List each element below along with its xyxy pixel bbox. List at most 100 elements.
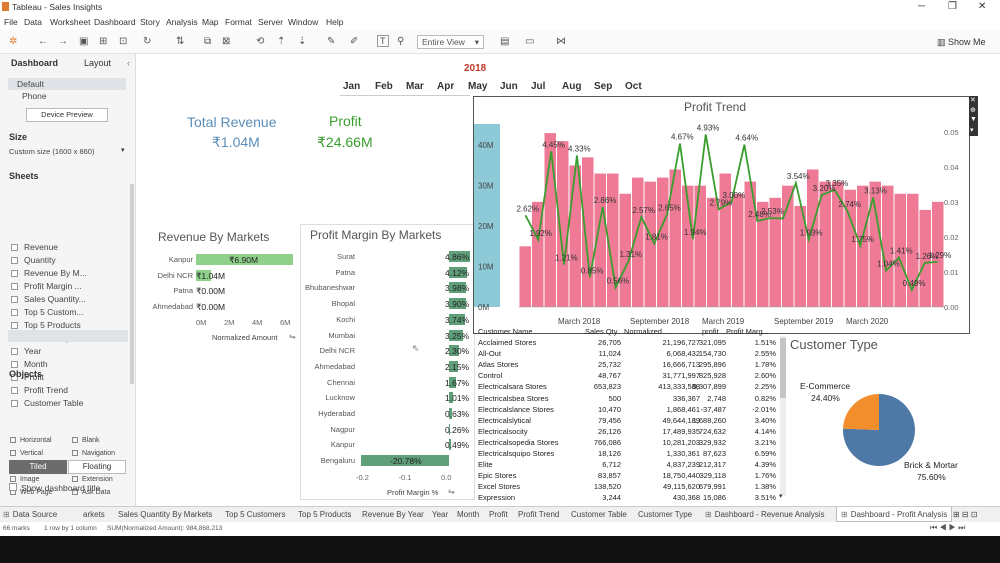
sheet-list-scrollbar[interactable]	[130, 184, 134, 384]
month-item[interactable]: Aug	[562, 81, 581, 92]
table-row[interactable]: Electricalslytical 79,456 49,644,189 1,688,…	[478, 416, 778, 427]
sheet-tab[interactable]: arkets	[83, 510, 105, 519]
device-phone[interactable]: Phone	[22, 91, 47, 101]
minimize-icon[interactable]: ─	[918, 1, 925, 12]
revenue-bar[interactable]	[694, 185, 707, 307]
object-item[interactable]: Image	[10, 476, 39, 483]
save-icon[interactable]: ▣	[79, 36, 88, 47]
table-row[interactable]: All-Out 11,024 6,068,432 154,730 2.55%	[478, 349, 778, 360]
table-row[interactable]: Electricalsquipo Stores 18,126 1,330,361 87…	[478, 449, 778, 460]
sort-desc-icon[interactable]: ⇣	[298, 36, 306, 47]
sort-asc-icon[interactable]: ⇡	[277, 36, 285, 47]
month-item[interactable]: May	[468, 81, 487, 92]
new-datasource-icon[interactable]: ⊞	[99, 36, 107, 47]
menu-format[interactable]: Format	[225, 17, 252, 27]
show-title-checkbox[interactable]	[9, 483, 17, 491]
table-scroll-thumb[interactable]	[780, 338, 786, 398]
undo-icon[interactable]: ←	[38, 36, 48, 47]
object-item[interactable]: Navigation	[72, 450, 115, 457]
sheet-item[interactable]: Customer Table	[24, 398, 83, 408]
swap-icon[interactable]: ⇅	[176, 36, 184, 47]
sheet-tab[interactable]: Top 5 Customers	[225, 510, 285, 519]
tab-dashboard[interactable]: Dashboard	[11, 58, 58, 68]
sheet-tab[interactable]: Customer Type	[638, 510, 692, 519]
revenue-bar[interactable]	[657, 177, 669, 307]
text-label-icon[interactable]: T	[377, 35, 389, 47]
chart-filter-icon[interactable]: ▼	[970, 116, 977, 123]
month-item[interactable]: Oct	[625, 81, 642, 92]
menu-file[interactable]: File	[4, 17, 18, 27]
menu-dashboard[interactable]: Dashboard	[94, 17, 136, 27]
sheet-tab[interactable]: Revenue By Year	[362, 510, 424, 519]
device-default[interactable]: Default	[17, 79, 44, 89]
sheet-tab[interactable]: Profit Trend	[518, 510, 559, 519]
col-profit-margin[interactable]: Profit Marg...	[726, 327, 769, 336]
sheet-tab[interactable]: Sales Quantity By Markets	[118, 510, 212, 519]
month-item[interactable]: Apr	[437, 81, 454, 92]
table-scrollbar[interactable]	[780, 336, 786, 496]
sheet-item[interactable]: Profit Trend	[24, 385, 68, 395]
pm-axis-sort-icon[interactable]: ⇋	[448, 487, 455, 496]
revenue-bar[interactable]	[582, 157, 594, 307]
col-customer-name[interactable]: Customer Name	[478, 327, 533, 336]
highlight-icon[interactable]: ⟲	[256, 36, 264, 47]
revenue-bar[interactable]	[819, 181, 832, 307]
refresh-icon[interactable]: ↻	[143, 36, 151, 47]
new-sheet-tab-icon[interactable]: ⊞ ⊟ ⊡	[953, 510, 978, 519]
object-item[interactable]: Extension	[72, 476, 113, 483]
month-item[interactable]: Jun	[500, 81, 518, 92]
device-preview-button[interactable]: Device Preview	[26, 108, 108, 122]
object-item[interactable]: Horizontal	[10, 437, 52, 444]
menu-analysis[interactable]: Analysis	[166, 17, 198, 27]
menu-data[interactable]: Data	[24, 17, 42, 27]
table-row[interactable]: Electricalsocity 26,126 17,489,935 724,632 4…	[478, 427, 778, 438]
group-icon[interactable]: ⧉	[204, 36, 211, 47]
revenue-bar[interactable]	[869, 181, 882, 307]
chart-close-icon[interactable]: ✕	[970, 96, 976, 104]
month-item[interactable]: Sep	[594, 81, 612, 92]
sheet-item[interactable]: Revenue By M...	[24, 268, 87, 278]
sheet-item[interactable]: Sales Quantity...	[24, 294, 86, 304]
table-row[interactable]: Control 48,767 31,771,997 825,928 2.60%	[478, 371, 778, 382]
menu-worksheet[interactable]: Worksheet	[50, 17, 90, 27]
clear-icon[interactable]: ⊠	[222, 36, 230, 47]
col-normalized[interactable]: Normalized ...	[624, 327, 670, 336]
menu-help[interactable]: Help	[326, 17, 343, 27]
size-select[interactable]: Custom size (1600 x 860)	[9, 147, 94, 156]
tableau-home-icon[interactable]: ✲	[9, 36, 17, 47]
sheet-item[interactable]: Year	[24, 346, 41, 356]
share-icon[interactable]: ⋈	[556, 36, 566, 47]
axis-sort-icon[interactable]: ⇋	[289, 332, 296, 341]
col-profit[interactable]: profit	[702, 327, 719, 336]
menu-story[interactable]: Story	[140, 17, 160, 27]
sheet-item[interactable]: Top 5 Custom...	[24, 307, 84, 317]
scroll-down-icon[interactable]: ▾	[779, 492, 783, 500]
menu-window[interactable]: Window	[288, 17, 318, 27]
size-dropdown-icon[interactable]: ▾	[121, 146, 125, 154]
new-sheet-icon[interactable]: ⊡	[119, 36, 127, 47]
show-me-button[interactable]: ▥ Show Me	[937, 37, 986, 48]
sheet-tab[interactable]: Month	[457, 510, 479, 519]
sheet-tab[interactable]: ⊞ Dashboard - Profit Analysis	[836, 507, 953, 522]
sheet-tab[interactable]: Year	[432, 510, 448, 519]
redo-icon[interactable]: →	[58, 36, 68, 47]
fit-select[interactable]: Entire View ▾	[417, 35, 484, 49]
revenue-bar[interactable]	[569, 165, 582, 307]
sheet-item[interactable]: Profit Margin ...	[24, 281, 82, 291]
sheet-item[interactable]: Top 5 Products	[24, 320, 81, 330]
sheet-item[interactable]: Month	[24, 359, 48, 369]
pen-icon[interactable]: ✎	[327, 36, 335, 47]
ecommerce-slice[interactable]	[843, 394, 879, 430]
month-item[interactable]: Mar	[406, 81, 424, 92]
table-row[interactable]: Atlas Stores 25,732 16,666,713 295,896 1.78%	[478, 360, 778, 371]
chart-more-icon[interactable]: ▾	[970, 126, 974, 134]
col-sales-qty[interactable]: Sales Qty	[585, 327, 618, 336]
month-item[interactable]: Jul	[531, 81, 545, 92]
revenue-bar[interactable]	[732, 193, 744, 307]
object-item[interactable]: Vertical	[10, 450, 43, 457]
sheet-tab[interactable]: Profit	[489, 510, 508, 519]
sheet-tab[interactable]: ⊞ Data Source	[3, 510, 57, 519]
status-nav-icons[interactable]: ⏮ ◀ ▶ ⏭	[930, 523, 965, 533]
menu-server[interactable]: Server	[258, 17, 283, 27]
menu-map[interactable]: Map	[202, 17, 219, 27]
